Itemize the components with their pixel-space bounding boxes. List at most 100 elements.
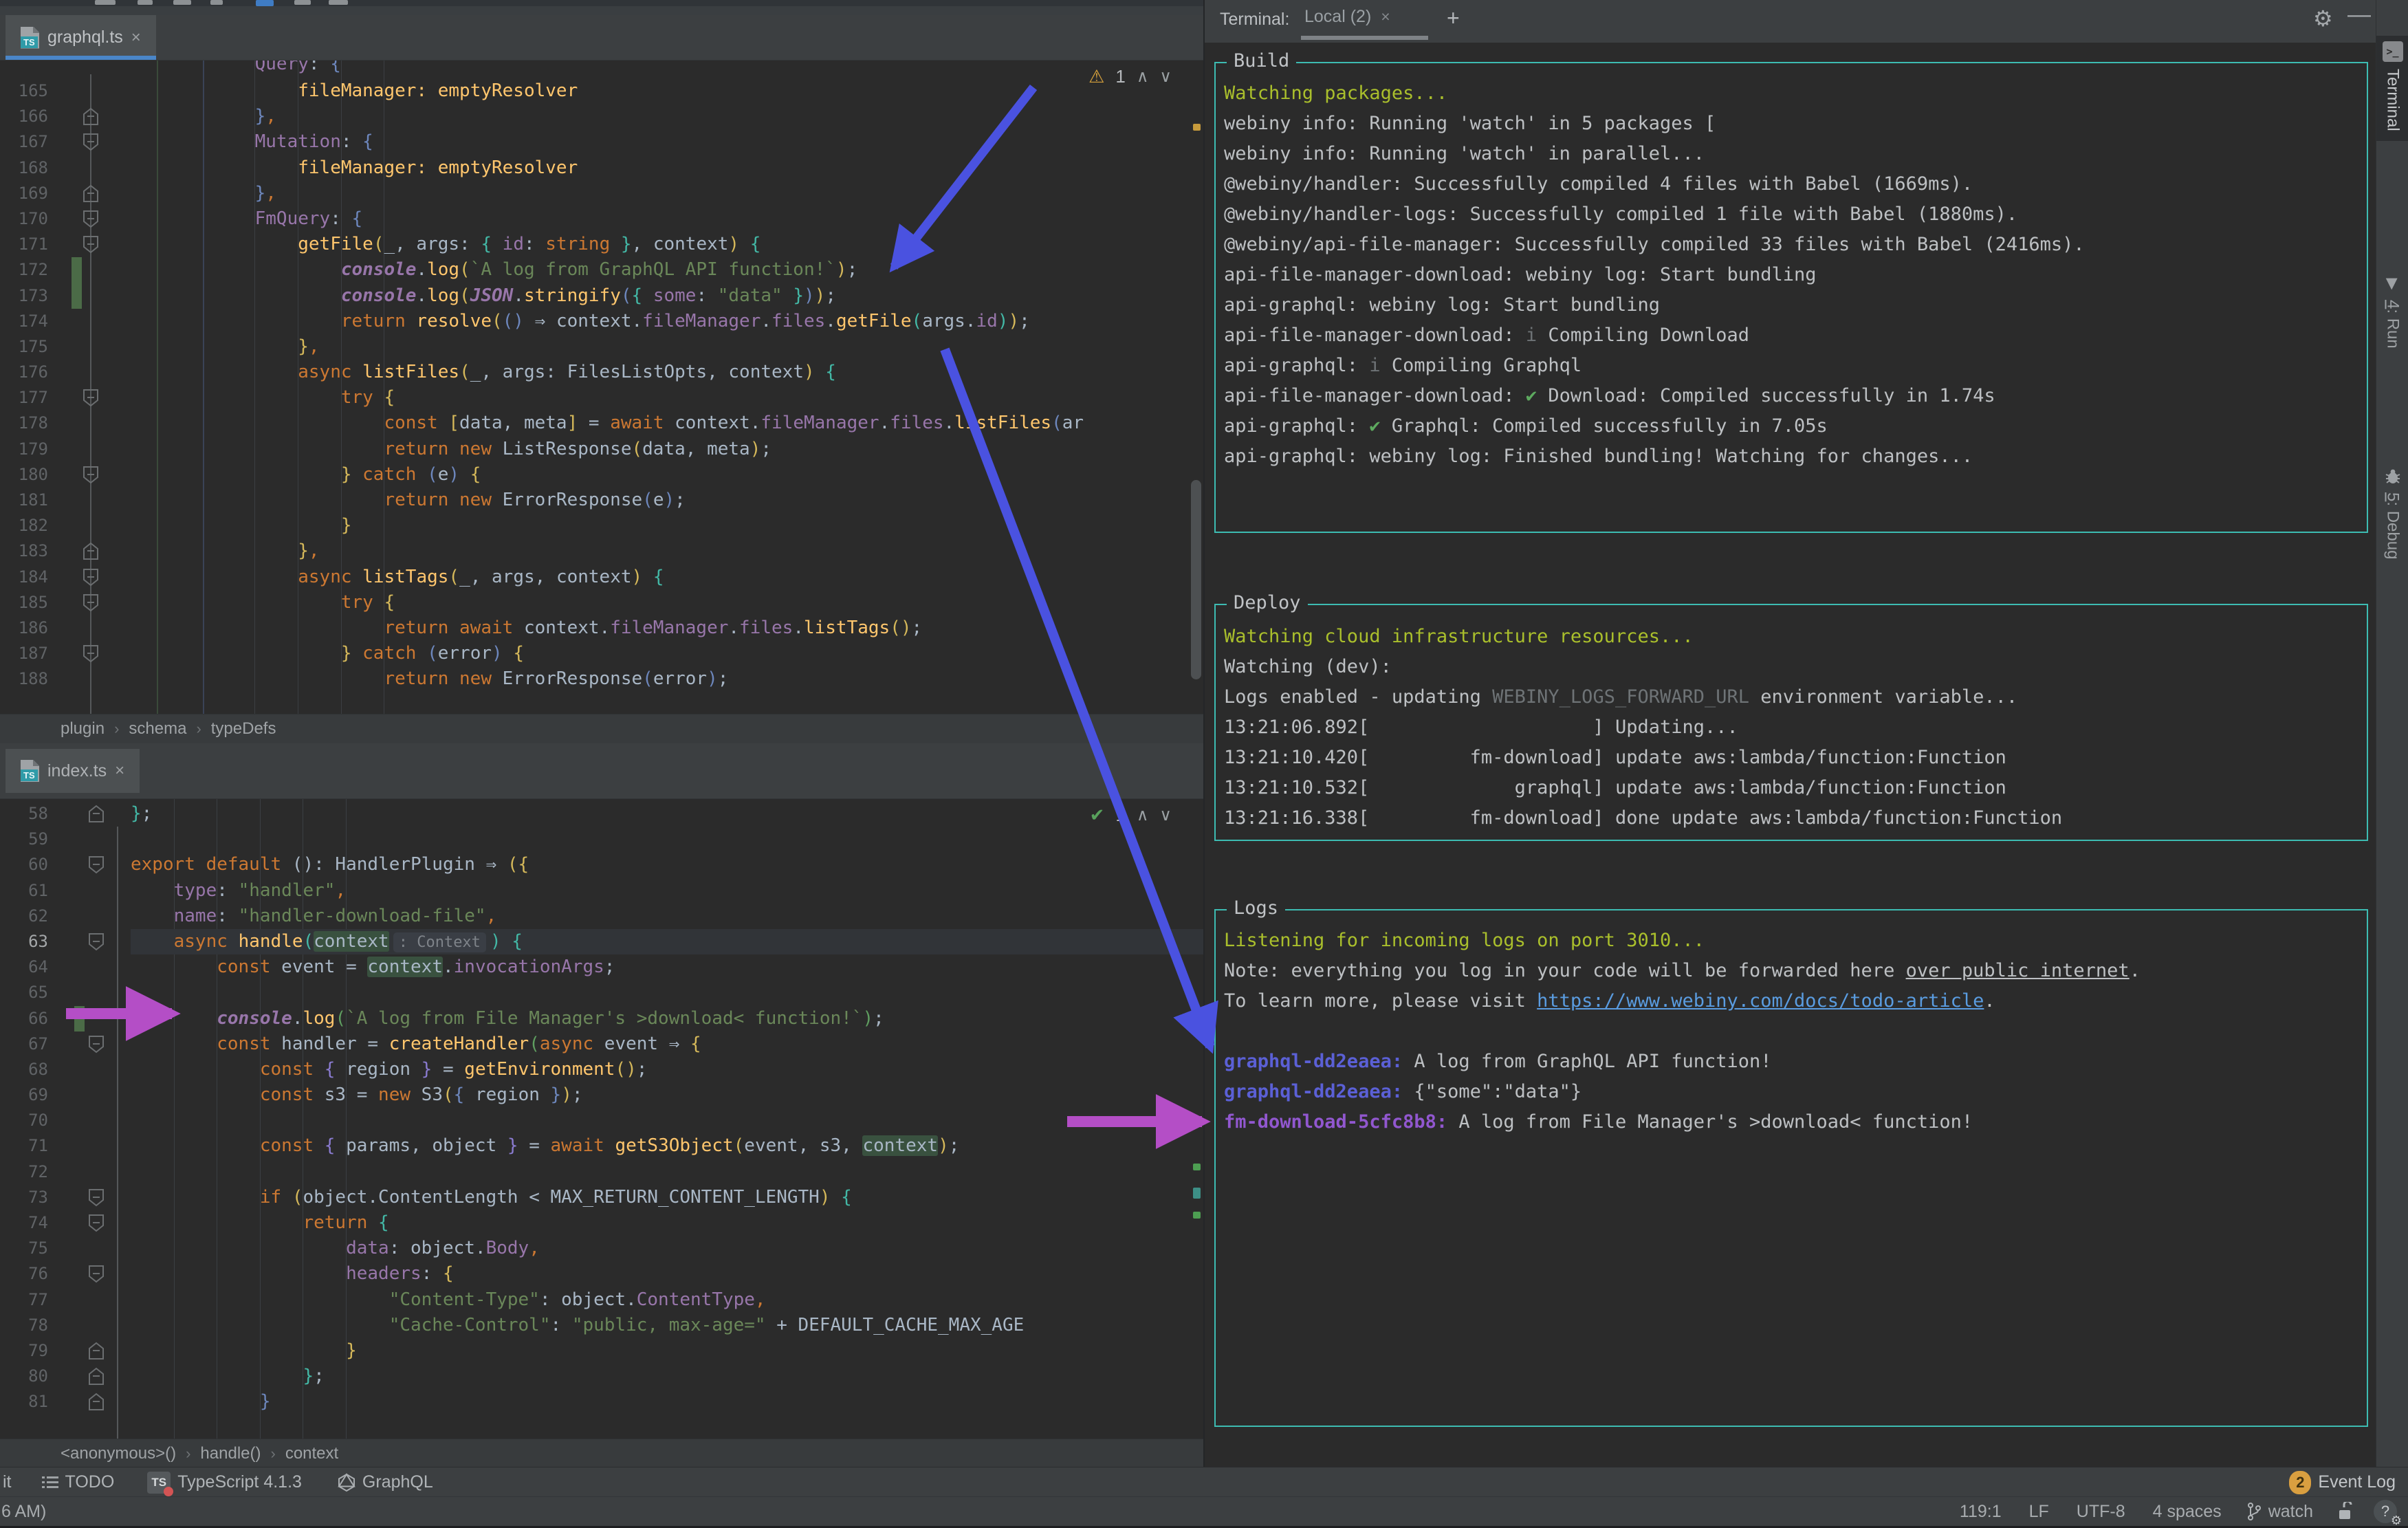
fold-icon[interactable] — [83, 107, 99, 126]
editor-index-ts[interactable]: 58 59 60 61 62 63 64 65 66 67 68 69 70 71 72 73 74 75 76 77… — [0, 799, 1203, 1439]
file-encoding[interactable]: UTF-8 — [2077, 1502, 2125, 1522]
tab-graphql-ts[interactable]: TS graphql.ts × — [6, 15, 156, 60]
code-line[interactable]: async listTags(_, args, context) { — [212, 565, 1203, 590]
new-terminal-button[interactable]: + — [1447, 6, 1460, 31]
code-line[interactable] — [131, 1108, 1203, 1133]
code-line[interactable]: data: object.Body, — [131, 1236, 1203, 1261]
fold-icon[interactable] — [88, 1367, 105, 1386]
gear-icon[interactable]: ⚙ — [2313, 6, 2333, 32]
code-line[interactable]: fileManager: emptyResolver — [212, 155, 1203, 181]
code-line[interactable]: Mutation: { — [212, 129, 1203, 155]
code-line[interactable]: type: "handler", — [131, 878, 1203, 904]
code-line[interactable]: if (object.ContentLength < MAX_RETURN_CO… — [131, 1185, 1203, 1210]
terminal-tab-local[interactable]: Local (2) × — [1304, 7, 1390, 27]
code-line[interactable]: } — [131, 1338, 1203, 1364]
close-icon[interactable]: × — [131, 28, 141, 47]
prev-problem-icon[interactable]: ∧ — [1137, 805, 1149, 825]
code-line[interactable]: }, — [212, 334, 1203, 360]
code-line[interactable]: const { region } = getEnvironment(); — [131, 1057, 1203, 1082]
code-line[interactable]: }, — [212, 104, 1203, 129]
stripe-debug[interactable]: 5: Debug — [2376, 468, 2408, 559]
fold-icon[interactable] — [83, 210, 99, 228]
code-line[interactable]: export default (): HandlerPlugin ⇒ ({ — [131, 852, 1203, 877]
code-line[interactable]: return new ErrorResponse(error); — [212, 666, 1203, 692]
fold-icon[interactable] — [88, 805, 105, 823]
code-line[interactable]: headers: { — [131, 1261, 1203, 1287]
typescript-widget[interactable]: TS TypeScript 4.1.3 — [147, 1471, 302, 1496]
fold-icon[interactable] — [83, 542, 99, 560]
fold-icon[interactable] — [83, 235, 99, 254]
code-line[interactable]: FmQuery: { — [212, 206, 1203, 232]
code-line[interactable] — [131, 980, 1203, 1005]
fold-icon[interactable] — [83, 644, 99, 663]
fold-icon[interactable] — [88, 1393, 105, 1411]
fold-icon[interactable] — [88, 1188, 105, 1207]
fold-icon[interactable] — [83, 466, 99, 484]
fold-icon[interactable] — [83, 593, 99, 612]
code-line[interactable]: return resolve(() ⇒ context.fileManager.… — [212, 309, 1203, 334]
code-line[interactable]: const event = context.invocationArgs; — [131, 954, 1203, 980]
code-line[interactable]: } — [212, 513, 1203, 538]
code-line[interactable]: return new ErrorResponse(e); — [212, 488, 1203, 513]
inspection-widget[interactable]: ✔ 1 ∧ ∨ — [1090, 805, 1172, 826]
code-line[interactable]: }, — [212, 181, 1203, 206]
code-line[interactable]: const handler = createHandler(async even… — [131, 1032, 1203, 1057]
code-line[interactable]: }; — [131, 801, 1203, 827]
code-line[interactable]: }, — [212, 538, 1203, 564]
code-line[interactable]: } catch (e) { — [212, 462, 1203, 488]
fold-icon[interactable] — [88, 1035, 105, 1054]
todo-widget[interactable]: TODO — [41, 1472, 114, 1492]
fold-icon[interactable] — [83, 568, 99, 587]
code-line[interactable]: async handle(context: Context) { — [131, 928, 1203, 955]
fold-icon[interactable] — [88, 855, 105, 874]
code-line[interactable]: const [data, meta] = await context.fileM… — [212, 411, 1203, 436]
close-icon[interactable]: × — [115, 761, 124, 781]
code-line[interactable]: getFile(_, args: { id: string }, context… — [212, 232, 1203, 257]
graphql-widget[interactable]: GraphQL — [338, 1472, 433, 1492]
code-line[interactable]: } catch (error) { — [212, 641, 1203, 666]
code-line[interactable]: name: "handler-download-file", — [131, 904, 1203, 929]
breadcrumb-item[interactable]: <anonymous>() — [61, 1444, 176, 1463]
breadcrumb-item[interactable]: schema — [129, 719, 186, 739]
stripe-run[interactable]: ▶ 4: Run — [2376, 275, 2408, 349]
code-line[interactable]: const { params, object } = await getS3Ob… — [131, 1133, 1203, 1159]
code-line[interactable]: async listFiles(_, args: FilesListOpts, … — [212, 360, 1203, 385]
git-branch-widget[interactable]: watch — [2246, 1502, 2313, 1522]
event-log-widget[interactable]: 2 Event Log — [2289, 1470, 2396, 1494]
lock-widget[interactable] — [2336, 1502, 2353, 1521]
code-line[interactable]: return await context.fileManager.files.l… — [212, 615, 1203, 641]
editor-graphql-ts[interactable]: Query: { 165 166 167 168 169 170 171 172 173 174 1… — [0, 61, 1203, 714]
code-line[interactable]: fileManager: emptyResolver — [212, 78, 1203, 104]
code-line[interactable]: "Content-Type": object.ContentType, — [131, 1287, 1203, 1313]
stripe-terminal[interactable]: >_ Terminal — [2376, 36, 2408, 141]
indent-setting[interactable]: 4 spaces — [2153, 1502, 2222, 1522]
code-line[interactable]: try { — [212, 385, 1203, 411]
fold-icon[interactable] — [83, 389, 99, 407]
code-line[interactable]: }; — [131, 1364, 1203, 1389]
breadcrumb-item[interactable]: plugin — [61, 719, 105, 739]
caret-position[interactable]: 119:1 — [1960, 1502, 2002, 1522]
fold-icon[interactable] — [83, 133, 99, 151]
fold-icon[interactable] — [88, 1342, 105, 1360]
line-separator[interactable]: LF — [2029, 1502, 2049, 1522]
code-line[interactable] — [131, 1159, 1203, 1185]
code-line[interactable]: "Cache-Control": "public, max-age=" + DE… — [131, 1313, 1203, 1338]
code-line[interactable]: return new ListResponse(data, meta); — [212, 437, 1203, 462]
code-line[interactable]: try { — [212, 590, 1203, 615]
breadcrumb-item[interactable]: context — [285, 1444, 338, 1463]
next-problem-icon[interactable]: ∨ — [1159, 805, 1172, 825]
code-line[interactable]: console.log(`A log from GraphQL API func… — [212, 257, 1203, 283]
code-line[interactable] — [131, 827, 1203, 852]
next-problem-icon[interactable]: ∨ — [1159, 67, 1172, 87]
inspection-widget[interactable]: ⚠ 1 ∧ ∨ — [1088, 66, 1172, 87]
code-line[interactable]: console.log(`A log from File Manager's >… — [131, 1006, 1203, 1032]
tab-index-ts[interactable]: TS index.ts × — [6, 749, 140, 793]
fold-icon[interactable] — [88, 1265, 105, 1283]
fold-icon[interactable] — [88, 1214, 105, 1232]
code-line[interactable]: const s3 = new S3({ region }); — [131, 1082, 1203, 1108]
code-line[interactable]: return { — [131, 1210, 1203, 1236]
link[interactable]: https://www.webiny.com/docs/todo-article — [1537, 990, 1984, 1012]
minimize-icon[interactable]: — — [2347, 1, 2371, 28]
code-line[interactable]: console.log(JSON.stringify({ some: "data… — [212, 283, 1203, 309]
code-line[interactable]: } — [131, 1389, 1203, 1415]
